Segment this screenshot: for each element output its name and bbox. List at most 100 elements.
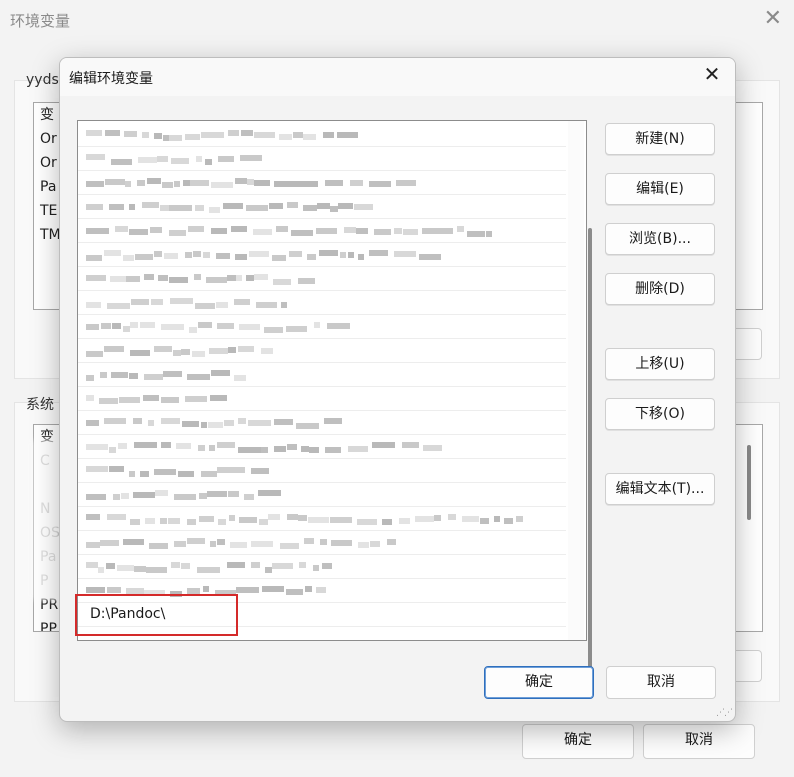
path-entry[interactable] [78,506,566,531]
redacted-text [174,181,180,187]
redacted-text [86,255,102,261]
redacted-text [189,327,197,333]
redacted-text [169,230,186,236]
redacted-text [140,322,155,328]
redacted-text [382,519,392,525]
redacted-text [130,322,138,328]
redacted-text [228,347,236,353]
edit-text-button[interactable]: 编辑文本(T)... [605,473,715,505]
browse-button[interactable]: 浏览(B)... [605,223,715,255]
redacted-text [209,207,220,213]
path-entry[interactable] [78,218,566,243]
redacted-text [394,251,416,257]
redacted-text [218,156,234,162]
redacted-text [211,370,230,376]
redacted-text [374,229,391,235]
path-entry[interactable] [78,530,566,555]
redacted-text [423,445,442,451]
path-entry[interactable] [78,170,566,195]
redacted-text [146,567,167,573]
redacted-text [86,154,105,160]
redacted-text [109,204,124,210]
path-entry[interactable] [78,458,566,483]
bg-close-icon[interactable]: ✕ [764,8,782,30]
redacted-text [133,492,155,498]
move-up-button[interactable]: 上移(U) [605,348,715,380]
bg-titlebar: 环境变量 ✕ [0,0,794,38]
bg-cancel-button[interactable]: 取消 [643,724,755,759]
redacted-text [142,132,149,138]
redacted-text [223,203,243,209]
path-entries-list[interactable]: D:\Pandoc\ [77,120,592,681]
redacted-text [217,442,235,448]
move-down-button[interactable]: 下移(O) [605,398,715,430]
redacted-text [314,322,320,328]
redacted-text [239,467,245,473]
redacted-text [462,516,479,522]
redacted-text [187,374,210,380]
ok-button[interactable]: 确定 [484,666,594,699]
path-entry[interactable] [78,314,566,339]
redacted-text [123,326,130,332]
path-entry[interactable] [78,434,566,459]
redacted-text [403,229,418,235]
path-entry[interactable] [78,122,566,147]
redacted-text [434,515,441,521]
redacted-text [197,567,220,573]
redacted-text [457,226,464,232]
redacted-text [325,447,341,453]
redacted-text [104,250,121,256]
redacted-text [279,134,292,140]
path-entry[interactable] [78,266,566,291]
path-entry[interactable] [78,386,566,411]
resize-grip-icon[interactable]: ⋰⋰ [716,708,733,718]
redacted-text [123,539,144,545]
redacted-text [354,204,373,210]
scrollbar-track[interactable] [568,121,584,640]
edit-button[interactable]: 编辑(E) [605,173,715,205]
path-entry[interactable] [78,146,566,171]
path-entry[interactable] [78,362,566,387]
redacted-text [183,180,190,186]
redacted-text [144,374,163,380]
close-icon[interactable]: ✕ [703,64,721,84]
redacted-text [327,323,350,329]
dialog-title: 编辑环境变量 [69,71,153,87]
path-entry[interactable] [78,242,566,267]
new-button[interactable]: 新建(N) [605,123,715,155]
redacted-text [331,540,352,546]
redacted-text [125,181,131,187]
redacted-text [86,275,106,281]
path-entry[interactable] [78,338,566,363]
redacted-text [238,418,246,424]
redacted-text [171,158,189,164]
redacted-text [133,418,142,424]
redacted-text [348,446,368,452]
path-entry[interactable] [78,194,566,219]
redacted-text [256,302,277,308]
redacted-text [516,516,523,522]
redacted-text [296,181,318,187]
redacted-text [135,254,153,260]
path-entry[interactable] [78,554,566,579]
cancel-button[interactable]: 取消 [606,666,716,699]
redacted-text [129,471,135,477]
bg-system-scrollbar[interactable] [747,445,751,520]
path-entry[interactable] [78,482,566,507]
redacted-text [129,204,135,210]
redacted-text [274,419,293,425]
redacted-text [138,157,157,163]
redacted-text [287,444,297,450]
redacted-text [147,178,161,184]
bg-ok-button[interactable]: 确定 [522,724,634,759]
redacted-text [337,132,358,138]
path-entry[interactable] [78,410,566,435]
redacted-text [160,518,167,524]
delete-button[interactable]: 删除(D) [605,273,715,305]
redacted-text [130,350,150,356]
path-entry[interactable] [78,290,566,315]
redacted-text [399,518,410,524]
redacted-text [217,539,225,545]
scrollbar-thumb[interactable] [588,228,592,681]
redacted-text [272,563,293,569]
